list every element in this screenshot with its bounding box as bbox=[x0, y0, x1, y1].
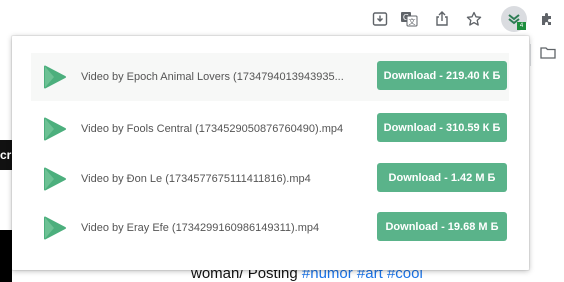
share-icon[interactable] bbox=[431, 8, 453, 30]
install-app-icon[interactable] bbox=[369, 8, 391, 30]
play-icon bbox=[44, 117, 66, 141]
browser-toolbar: G文 4 bbox=[0, 0, 564, 38]
play-icon bbox=[44, 65, 66, 89]
video-downloader-extension-icon[interactable]: 4 bbox=[501, 6, 527, 32]
video-title: Video by Eray Efe (1734299160986149311).… bbox=[81, 222, 320, 234]
download-button[interactable]: Download - 1.42 М Б bbox=[377, 163, 507, 192]
folder-icon[interactable] bbox=[540, 46, 556, 65]
video-list-item: Video by Đon Le (1734577675111411816).mp… bbox=[31, 155, 509, 203]
video-downloader-popup: Video by Epoch Animal Lovers (1734794013… bbox=[12, 36, 529, 270]
background-dark-label: cr bbox=[0, 140, 12, 170]
svg-text:文: 文 bbox=[409, 17, 416, 26]
translate-icon[interactable]: G文 bbox=[398, 8, 420, 30]
play-icon bbox=[44, 216, 66, 240]
bookmark-star-icon[interactable] bbox=[463, 8, 485, 30]
play-icon bbox=[44, 167, 66, 191]
video-list-item: Video by Eray Efe (1734299160986149311).… bbox=[31, 204, 509, 252]
download-button[interactable]: Download - 310.59 К Б bbox=[377, 113, 507, 142]
extension-badge: 4 bbox=[517, 22, 526, 30]
background-video-thumbnail bbox=[0, 230, 12, 282]
video-title: Video by Epoch Animal Lovers (1734794013… bbox=[81, 71, 344, 83]
video-title: Video by Fools Central (1734529050876760… bbox=[81, 123, 344, 135]
extensions-puzzle-icon[interactable] bbox=[536, 8, 558, 30]
video-list-item: Video by Epoch Animal Lovers (1734794013… bbox=[31, 53, 509, 101]
video-list-item: Video by Fools Central (1734529050876760… bbox=[31, 105, 509, 153]
bookmark-bar-separator bbox=[530, 44, 531, 66]
download-button[interactable]: Download - 219.40 К Б bbox=[377, 61, 507, 90]
download-button[interactable]: Download - 19.68 М Б bbox=[377, 212, 507, 241]
video-title: Video by Đon Le (1734577675111411816).mp… bbox=[81, 173, 311, 185]
